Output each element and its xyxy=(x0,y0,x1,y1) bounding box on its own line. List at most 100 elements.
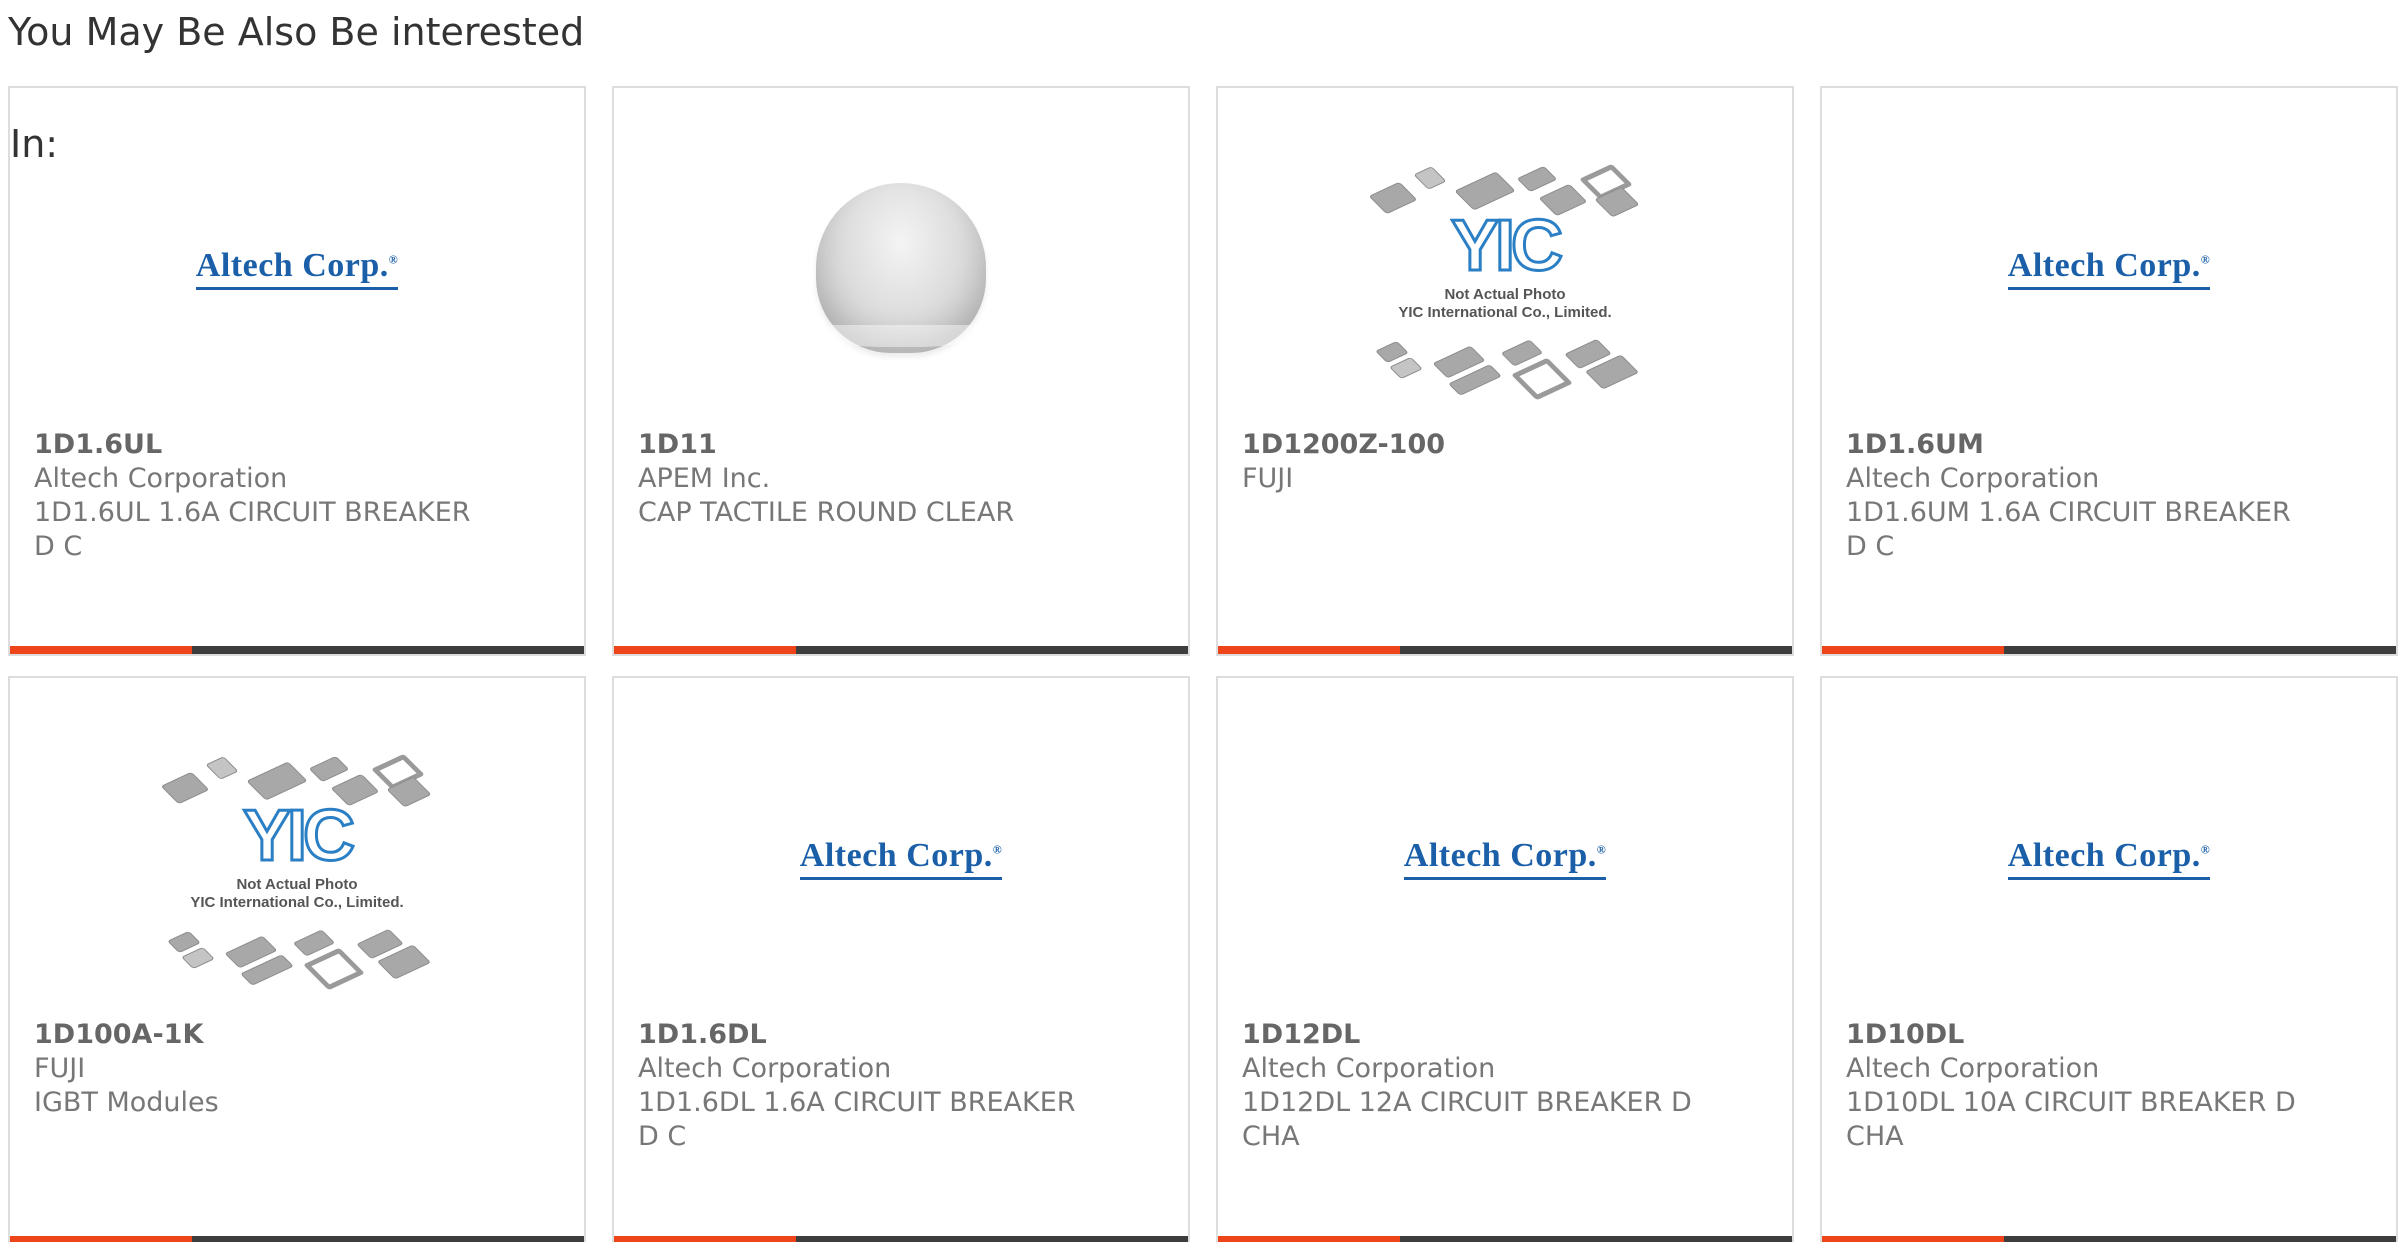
part-number-link[interactable]: 1D100A-1K xyxy=(34,1018,572,1052)
yic-logo-letters: YIC xyxy=(1449,206,1564,286)
yic-caption: Not Actual Photo YIC International Co., L… xyxy=(162,876,432,912)
product-info: 1D12DL Altech Corporation 1D12DL 12A CIRCU… xyxy=(1242,1018,1780,1154)
tactile-cap-photo xyxy=(816,183,986,353)
yic-caption-line: YIC International Co., Limited. xyxy=(1398,304,1612,321)
card-accent-bar xyxy=(614,646,796,654)
part-number-link[interactable]: 1D1.6UL xyxy=(34,428,572,462)
chip-graphic xyxy=(1516,165,1558,193)
product-info: 1D1.6UM Altech Corporation 1D1.6UM 1.6A CI… xyxy=(1846,428,2384,564)
product-image[interactable]: Altech Corp.® xyxy=(1822,738,2396,978)
card-bottom-bar xyxy=(10,1236,584,1242)
card-accent-bar xyxy=(614,1236,796,1242)
product-card[interactable]: 1D11 APEM Inc. CAP TACTILE ROUND CLEAR xyxy=(612,86,1190,656)
product-description: 1D1.6DL 1.6A CIRCUIT BREAKER xyxy=(638,1087,1076,1118)
altech-logo: Altech Corp.® xyxy=(1403,836,1607,880)
product-card[interactable]: Altech Corp.® 1D1.6UM Altech Corporation 1D… xyxy=(1820,86,2398,656)
product-info: 1D1.6DL Altech Corporation 1D1.6DL 1.6A CI… xyxy=(638,1018,1176,1154)
card-accent-bar xyxy=(10,646,192,654)
manufacturer-name: FUJI xyxy=(1242,463,1294,494)
product-description: D C xyxy=(34,531,83,562)
card-accent-bar xyxy=(10,1236,192,1242)
yic-caption-line: Not Actual Photo xyxy=(236,876,358,893)
product-image[interactable]: Altech Corp.® xyxy=(1218,738,1792,978)
altech-logo: Altech Corp.® xyxy=(195,246,399,290)
card-bottom-bar xyxy=(1218,1236,1792,1242)
product-info: 1D1200Z-100 FUJI xyxy=(1242,428,1780,496)
yic-placeholder-image: YIC Not Actual Photo YIC International Co.… xyxy=(160,738,432,991)
card-bottom-bar xyxy=(1822,1236,2396,1242)
chip-graphic xyxy=(181,946,215,970)
section-title: You May Be Also Be interested xyxy=(8,10,585,54)
product-image[interactable]: Altech Corp.® xyxy=(10,148,584,388)
card-accent-bar xyxy=(1218,1236,1400,1242)
altech-logo-text: Altech Corp. xyxy=(799,836,993,874)
altech-logo-mark: ® xyxy=(992,842,1003,857)
altech-logo-text: Altech Corp. xyxy=(2007,246,2201,284)
altech-logo: Altech Corp.® xyxy=(2007,246,2211,290)
product-image[interactable]: YIC Not Actual Photo YIC International Co.… xyxy=(1218,148,1792,401)
altech-logo-mark: ® xyxy=(388,252,399,267)
product-description: 1D12DL 12A CIRCUIT BREAKER D xyxy=(1242,1087,1692,1118)
chip-graphic xyxy=(1413,166,1447,190)
product-card[interactable]: Altech Corp.® 1D12DL Altech Corporation 1D1… xyxy=(1216,676,1794,1242)
product-image[interactable] xyxy=(614,148,1188,388)
altech-logo-mark: ® xyxy=(2200,252,2211,267)
card-accent-bar xyxy=(1822,646,2004,654)
product-card[interactable]: In: Altech Corp.® 1D1.6UL Altech Corporatio… xyxy=(8,86,586,656)
yic-caption-line: Not Actual Photo xyxy=(1444,286,1566,303)
yic-caption: Not Actual Photo YIC International Co., L… xyxy=(1370,286,1640,322)
altech-logo: Altech Corp.® xyxy=(799,836,1003,880)
card-bottom-bar xyxy=(614,646,1188,654)
card-bottom-bar xyxy=(614,1236,1188,1242)
product-image[interactable]: YIC Not Actual Photo YIC International Co.… xyxy=(10,738,584,991)
product-info: 1D11 APEM Inc. CAP TACTILE ROUND CLEAR xyxy=(638,428,1176,530)
product-description: 1D1.6UL 1.6A CIRCUIT BREAKER xyxy=(34,497,471,528)
manufacturer-name: FUJI xyxy=(34,1053,86,1084)
product-card[interactable]: YIC Not Actual Photo YIC International Co.… xyxy=(1216,86,1794,656)
chip-graphic xyxy=(205,756,239,780)
yic-caption-line: YIC International Co., Limited. xyxy=(190,894,404,911)
manufacturer-name: Altech Corporation xyxy=(1846,463,2100,494)
product-info: 1D1.6UL Altech Corporation 1D1.6UL 1.6A CI… xyxy=(34,428,572,564)
part-number-link[interactable]: 1D1200Z-100 xyxy=(1242,428,1780,462)
part-number-link[interactable]: 1D10DL xyxy=(1846,1018,2384,1052)
product-info: 1D10DL Altech Corporation 1D10DL 10A CIRCU… xyxy=(1846,1018,2384,1154)
chip-graphic xyxy=(1511,357,1573,401)
altech-logo: Altech Corp.® xyxy=(2007,836,2211,880)
product-description: 1D1.6UM 1.6A CIRCUIT BREAKER xyxy=(1846,497,2291,528)
part-number-link[interactable]: 1D1.6UM xyxy=(1846,428,2384,462)
product-image[interactable]: Altech Corp.® xyxy=(614,738,1188,978)
card-accent-bar xyxy=(1218,646,1400,654)
chip-graphic xyxy=(246,761,308,801)
product-card[interactable]: YIC Not Actual Photo YIC International Co.… xyxy=(8,676,586,1242)
product-description: 1D10DL 10A CIRCUIT BREAKER D xyxy=(1846,1087,2296,1118)
product-description: IGBT Modules xyxy=(34,1087,219,1118)
yic-logo-letters: YIC xyxy=(241,796,356,876)
product-grid: In: Altech Corp.® 1D1.6UL Altech Corporatio… xyxy=(8,86,2400,1242)
manufacturer-name: Altech Corporation xyxy=(1242,1053,1496,1084)
product-image[interactable]: Altech Corp.® xyxy=(1822,148,2396,388)
part-number-link[interactable]: 1D12DL xyxy=(1242,1018,1780,1052)
product-description: D C xyxy=(638,1121,687,1152)
card-bottom-bar xyxy=(1822,646,2396,654)
card-bottom-bar xyxy=(10,646,584,654)
card-accent-bar xyxy=(1822,1236,2004,1242)
part-number-link[interactable]: 1D1.6DL xyxy=(638,1018,1176,1052)
chip-graphic xyxy=(303,947,365,991)
altech-logo-text: Altech Corp. xyxy=(2007,836,2201,874)
manufacturer-name: Altech Corporation xyxy=(638,1053,892,1084)
part-number-link[interactable]: 1D11 xyxy=(638,428,1176,462)
product-description: CHA xyxy=(1846,1121,1904,1152)
card-bottom-bar xyxy=(1218,646,1792,654)
altech-logo-text: Altech Corp. xyxy=(1403,836,1597,874)
manufacturer-name: Altech Corporation xyxy=(34,463,288,494)
chip-graphic xyxy=(308,755,350,783)
altech-logo-text: Altech Corp. xyxy=(195,246,389,284)
manufacturer-name: Altech Corporation xyxy=(1846,1053,2100,1084)
product-card[interactable]: Altech Corp.® 1D1.6DL Altech Corporation 1D… xyxy=(612,676,1190,1242)
altech-logo-mark: ® xyxy=(2200,842,2211,857)
chip-graphic xyxy=(1389,356,1423,380)
product-description: D C xyxy=(1846,531,1895,562)
altech-logo-mark: ® xyxy=(1596,842,1607,857)
product-card[interactable]: Altech Corp.® 1D10DL Altech Corporation 1D1… xyxy=(1820,676,2398,1242)
